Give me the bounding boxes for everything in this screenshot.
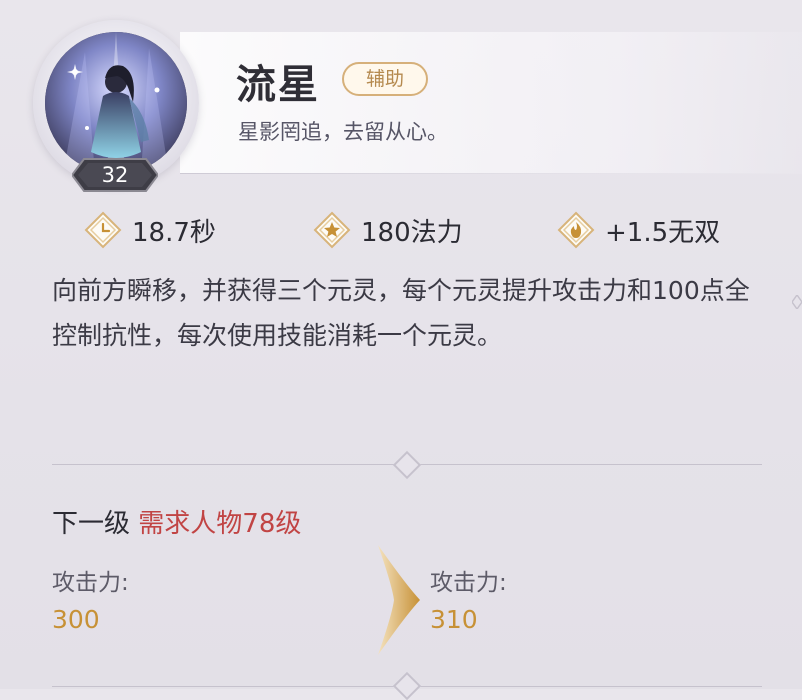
musou-stat: +1.5无双 xyxy=(557,208,720,252)
skill-description: 向前方瞬移，并获得三个元灵，每个元灵提升攻击力和100点全控制抗性，每次使用技能… xyxy=(52,276,750,350)
musou-value: +1.5无双 xyxy=(605,217,721,248)
side-decoration-icon xyxy=(791,293,802,311)
level-requirement: 需求人物78级 xyxy=(138,509,302,539)
flame-icon xyxy=(557,211,595,249)
chevron-right-icon xyxy=(376,545,422,659)
divider-gem-icon xyxy=(392,450,422,480)
next-level-label: 下一级 xyxy=(52,509,131,539)
role-tag: 辅助 xyxy=(342,62,428,96)
character-portrait xyxy=(45,32,187,174)
cooldown-value: 18.7秒 xyxy=(132,217,216,248)
bottom-divider-gem-icon xyxy=(392,671,422,700)
next-attack-value: 310 xyxy=(430,605,478,634)
cooldown-stat: 18.7秒 xyxy=(84,208,216,252)
current-attack-value: 300 xyxy=(52,605,100,634)
mana-value: 180法力 xyxy=(361,217,463,248)
level-number: 32 xyxy=(101,163,129,187)
star-icon xyxy=(313,211,351,249)
skill-name: 流星 xyxy=(236,62,320,108)
mana-stat: 180法力 xyxy=(313,208,463,252)
clock-icon xyxy=(84,211,122,249)
next-attack-label: 攻击力: xyxy=(430,570,507,596)
level-badge: 32 xyxy=(72,157,158,193)
current-attack-label: 攻击力: xyxy=(52,570,129,596)
next-level-heading: 下一级 需求人物78级 xyxy=(52,503,301,540)
skill-tagline: 星影罔追，去留从心。 xyxy=(238,120,448,144)
